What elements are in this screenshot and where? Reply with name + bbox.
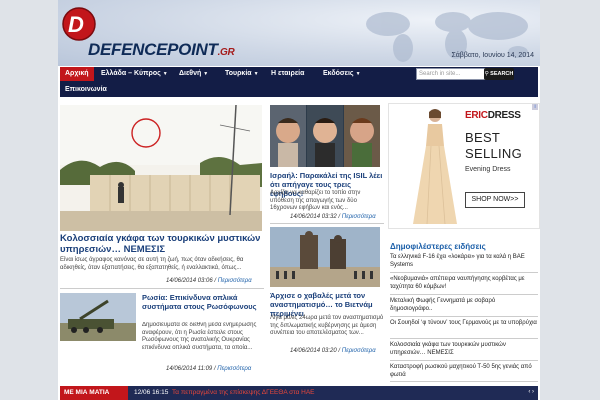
search-icon: ⚲ [484,71,489,77]
story-israel-more-link[interactable]: Περισσότερα [342,214,376,220]
lead-photo[interactable] [60,105,262,231]
popular-item[interactable]: Καταστροφή ρωσικού μαχητικού Τ-50 5ης γε… [390,364,538,379]
nav-item-label: Τουρκία [225,70,252,77]
divider [390,381,538,382]
nav-item-contact[interactable]: Επικοινωνία [60,83,112,97]
popular-item[interactable]: «Νεοβυμανιά» απέπειρα ναυπήγησης κορβέτα… [390,276,538,291]
ticker-date: 12/06 16:15 [134,389,169,396]
story-israel-image [270,105,380,167]
meta-separator: / [338,214,341,220]
caret-down-icon: ▼ [253,71,259,77]
ticker-headline-link[interactable]: Τα πεπραγμένα της επίσκεψης ΔΓΕΕΘΑ στα Η… [172,386,315,400]
nav-item-home[interactable]: Αρχική [60,67,94,81]
ad-info-icon[interactable]: i [532,104,538,110]
logo-main-text: DEFENCEPOINT [88,40,218,59]
divider [60,288,264,289]
story-israel-meta: 14/06/2014 03:32 / Περισσότερα [290,214,376,220]
nav-item-turkey[interactable]: Τουρκία ▼ [220,67,264,81]
story-russia-more-link[interactable]: Περισσότερα [217,366,251,372]
divider [270,223,384,224]
divider [390,316,538,317]
ad-headline-2: SELLING [465,146,523,161]
lead-summary: Είναι ίσως άγραφος κανόνας σε αυτή τη ζω… [60,257,244,271]
nav-item-label: Αρχική [65,70,89,77]
nav-item-label: Εκδόσεις [323,70,354,77]
popular-heading: Δημοφιλέστερες ειδήσεις [390,242,486,251]
lead-more-link[interactable]: Περισσότερα [218,278,252,284]
popular-item[interactable]: Κολοσσιαία γκάφα των τουρκικών μυστικών … [390,342,538,357]
nav-item-greece-cyprus[interactable]: Ελλάδα – Κύπρος ▼ [96,67,173,81]
nav-item-company[interactable]: Η εταιρεία [266,67,309,81]
main-nav: Αρχική Ελλάδα – Κύπρος ▼ Διεθνή ▼ Τουρκία ▼… [60,67,538,97]
search-button-label: SEARCH [490,71,514,77]
header-date: Σάββατο, Ιουνίου 14, 2014 [451,52,534,59]
lead-headline[interactable]: Κολοσσιαία γκάφα των τουρκικών μυστικών … [60,233,264,255]
story-russia-date: 14/06/2014 11:09 [166,366,213,372]
nav-item-label: Επικοινωνία [65,86,107,93]
caret-down-icon: ▼ [355,71,361,77]
ticker-controls-icon[interactable]: ‹ › [528,389,534,395]
story-vietnam-thumb[interactable] [270,227,380,287]
ad-shop-now-button[interactable]: SHOP NOW>> [465,192,525,208]
lead-date: 14/06/2014 03:06 [166,278,213,284]
ad-subline: Evening Dress [465,166,511,173]
story-russia-headline[interactable]: Ρωσία: Επικίνδυνα οπλικά συστήματα στους… [142,293,266,311]
logo-mark-icon: D [62,7,96,41]
ad-banner[interactable]: ERICDRESS BEST SELLING Evening Dress SHO… [388,103,540,229]
caret-down-icon: ▼ [162,71,168,77]
popular-item[interactable]: Οι Σουηδοί ‘φ τύνουν’ τους Γερμανούς με … [390,320,538,328]
ad-brand-b: DRESS [487,110,521,121]
story-vietnam-image [270,227,380,287]
caret-down-icon: ▼ [203,71,209,77]
popular-item[interactable]: Τα ελληνικά F-16 έχει «λοκάρει» για τα κ… [390,254,538,269]
story-israel-date: 14/06/2014 03:32 [290,214,337,220]
news-ticker: ΜΕ ΜΙΑ ΜΑΤΙΑ 12/06 16:15 Τα πεπραγμένα τ… [60,386,538,400]
nav-item-label: Η εταιρεία [271,70,305,77]
search-input[interactable]: Search in site... [416,68,486,80]
logo-mark-letter: D [68,12,84,37]
ticker-label: ΜΕ ΜΙΑ ΜΑΤΙΑ [60,386,128,400]
ad-dress-image [413,109,457,225]
popular-item[interactable]: Μεταλική Φωφής Γεννηματά με σοβαρό δημοσ… [390,298,538,313]
site-frame: D DEFENCEPOINT.GR Σάββατο, Ιουνίου 14, 2… [58,0,540,400]
story-vietnam-text: Λίγα μόλις 24ωρα μετά τον αναστηματισμό … [270,315,384,336]
lead-meta: 14/06/2014 03:06 / Περισσότερα [166,278,252,284]
story-israel-thumb[interactable] [270,105,380,167]
search-button[interactable]: ⚲ SEARCH [484,68,514,80]
meta-separator: / [214,278,217,284]
ad-brand-a: ERIC [465,110,488,121]
divider [390,294,538,295]
story-vietnam-more-link[interactable]: Περισσότερα [342,348,376,354]
ad-headline-1: BEST [465,130,501,145]
nav-item-international[interactable]: Διεθνή ▼ [174,67,213,81]
logo-tld: .GR [217,47,235,58]
meta-separator: / [213,366,216,372]
story-russia-text: Δημοσιεύματα σε διεθνή μέσα ενημέρωσης α… [142,322,257,351]
logo-wordmark[interactable]: DEFENCEPOINT.GR [88,40,235,60]
story-israel-text: Αρχίζει να καθαρίζει το τοπίο στην υπόθε… [270,190,361,211]
lead-photo-image [60,105,262,231]
story-russia-image [60,293,136,341]
nav-item-label: Ελλάδα – Κύπρος [101,70,161,77]
story-russia-meta: 14/06/2014 11:09 / Περισσότερα [166,366,251,372]
nav-item-publications[interactable]: Εκδόσεις ▼ [318,67,366,81]
divider [390,360,538,361]
divider [390,272,538,273]
story-vietnam-meta: 14/06/2014 03:20 / Περισσότερα [290,348,376,354]
divider [390,338,538,339]
story-vietnam-headline[interactable]: Άρχισε ο χαβαλές μετά τον αναστηματισμό…… [270,291,384,318]
nav-item-label: Διεθνή [179,70,202,77]
meta-separator: / [338,348,341,354]
story-russia-thumb[interactable] [60,293,136,341]
page: D DEFENCEPOINT.GR Σάββατο, Ιουνίου 14, 2… [0,0,600,400]
site-header: D DEFENCEPOINT.GR Σάββατο, Ιουνίου 14, 2… [58,0,540,66]
story-vietnam-date: 14/06/2014 03:20 [290,348,337,354]
ad-brand: ERICDRESS [465,110,521,121]
